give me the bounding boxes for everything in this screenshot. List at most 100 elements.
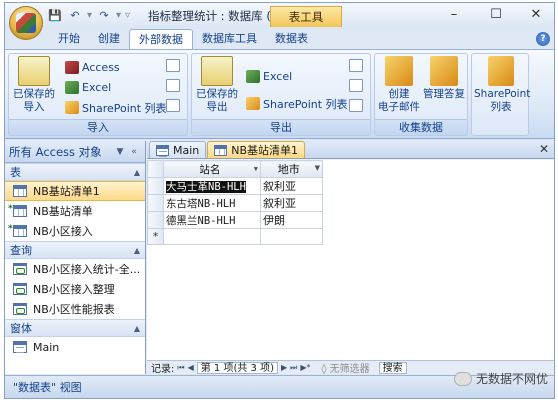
nav-section-queries[interactable]: 查询 ▲ — [5, 241, 145, 259]
table-tools-context-tab: 表工具 — [270, 6, 342, 27]
table-cell[interactable] — [260, 228, 323, 245]
nav-item-table[interactable]: * NB小区接入 — [5, 221, 145, 241]
column-dropdown-icon[interactable]: ▼ — [254, 165, 258, 173]
column-header-site[interactable]: 站名 ▼ — [163, 160, 261, 178]
table-cell[interactable]: 叙利亚 — [260, 177, 323, 195]
tab-database-tools[interactable]: 数据库工具 — [193, 29, 266, 49]
section-collapse-icon[interactable]: ▲ — [134, 246, 140, 255]
collect-data-group-label: 收集数据 — [375, 119, 467, 135]
nav-item-form[interactable]: Main — [5, 337, 145, 357]
office-button[interactable] — [9, 6, 43, 40]
table-row[interactable]: 大马士革NB-HLH 叙利亚 — [147, 177, 323, 195]
wechat-logo-icon — [453, 371, 472, 386]
saved-imports-button[interactable]: 已保存的 导入 — [11, 56, 57, 114]
sharepoint-lists-button[interactable]: SharePoint 列表 — [474, 56, 531, 114]
export-sharepoint-button[interactable]: SharePoint 列表 — [246, 95, 348, 112]
nav-item-query[interactable]: NB小区接入统计-全... — [5, 259, 145, 279]
import-excel-button[interactable]: Excel — [65, 79, 111, 96]
nav-collapse-icon[interactable]: « — [127, 147, 141, 157]
access-icon — [65, 61, 79, 74]
row-selector[interactable] — [147, 194, 164, 212]
minimize-button[interactable]: – — [437, 5, 471, 25]
export-excel-button[interactable]: Excel — [246, 68, 292, 85]
row-selector[interactable] — [147, 177, 164, 195]
import-access-button[interactable]: Access — [65, 59, 120, 76]
next-record-icon[interactable]: ▶ — [281, 363, 287, 372]
import-text-icon[interactable] — [166, 59, 180, 72]
record-position-field[interactable]: 第 1 项(共 3 项) — [196, 361, 278, 374]
nav-section-forms[interactable]: 窗体 ▲ — [5, 319, 145, 337]
sharepoint-icon — [246, 97, 260, 110]
table-cell[interactable]: 叙利亚 — [260, 194, 323, 212]
tab-create[interactable]: 创建 — [89, 29, 129, 49]
select-all-cell[interactable] — [147, 160, 164, 178]
saved-exports-button[interactable]: 已保存的 导出 — [194, 56, 240, 114]
manage-replies-icon — [430, 56, 458, 86]
redo-dropdown-icon[interactable]: ▾ — [116, 10, 121, 21]
nav-item-table[interactable]: * NB基站清单 — [5, 201, 145, 221]
export-more-icon[interactable] — [349, 99, 363, 112]
office-logo-icon — [16, 13, 36, 33]
nav-item-label: NB基站清单1 — [33, 185, 100, 198]
doc-tab-main[interactable]: Main — [149, 141, 207, 158]
new-record-row[interactable]: * — [147, 228, 323, 245]
row-selector[interactable] — [147, 211, 164, 229]
first-record-icon[interactable]: ⏮ — [177, 363, 184, 373]
manage-replies-label: 管理答复 — [423, 88, 465, 100]
nav-item-query[interactable]: NB小区性能报表 — [5, 299, 145, 319]
manage-replies-button[interactable]: 管理答复 — [421, 56, 467, 101]
table-cell[interactable] — [163, 228, 261, 245]
export-sharepoint-label: SharePoint 列表 — [263, 97, 348, 111]
last-record-icon[interactable]: ⏭ — [290, 363, 297, 373]
undo-icon[interactable]: ↶ — [67, 8, 83, 22]
sharepoint-lists-label: SharePoint 列表 — [474, 88, 531, 113]
import-xml-icon[interactable] — [166, 79, 180, 92]
doc-tab-nb-station-list[interactable]: NB基站清单1 — [207, 141, 306, 158]
filter-status[interactable]: ◊ 无筛选器 — [314, 360, 370, 375]
help-icon[interactable]: ? — [536, 32, 550, 46]
table-cell[interactable]: 大马士革NB-HLH — [163, 177, 261, 195]
section-collapse-icon[interactable]: ▲ — [134, 324, 140, 333]
table-cell[interactable]: 德黑兰NB-HLH — [163, 211, 261, 229]
export-pdf-icon[interactable] — [349, 79, 363, 92]
redo-icon[interactable]: ↷ — [96, 8, 112, 22]
saved-imports-label: 已保存的 导入 — [13, 88, 55, 113]
filter-status-label: 无筛选器 — [329, 364, 370, 375]
column-header-city[interactable]: 地市 ▼ — [260, 160, 323, 178]
nav-pane-header[interactable]: 所有 Access 对象 ▼ « — [5, 141, 145, 163]
customize-qat-icon[interactable]: ▿ — [125, 10, 130, 21]
nav-section-tables[interactable]: 表 ▲ — [5, 163, 145, 181]
view-status-label: "数据表" 视图 — [13, 381, 82, 394]
new-record-icon[interactable]: ▶* — [300, 363, 310, 372]
tab-datasheet[interactable]: 数据表 — [266, 29, 317, 49]
table-row[interactable]: 德黑兰NB-HLH 伊朗 — [147, 211, 323, 229]
section-collapse-icon[interactable]: ▲ — [134, 168, 140, 177]
nav-item-table[interactable]: NB基站清单1 — [5, 181, 145, 201]
linked-table-icon: * — [8, 224, 27, 237]
header-row: 站名 ▼ 地市 ▼ — [147, 160, 323, 178]
export-group-label: 导出 — [192, 119, 370, 135]
search-box[interactable]: 搜索 — [378, 361, 407, 374]
tab-home[interactable]: 开始 — [49, 29, 89, 49]
table-cell[interactable]: 东古塔NB-HLH — [163, 194, 261, 212]
undo-dropdown-icon[interactable]: ▾ — [87, 10, 92, 21]
column-dropdown-icon[interactable]: ▼ — [315, 164, 320, 172]
close-document-icon[interactable]: ✕ — [539, 142, 549, 156]
table-cell[interactable]: 伊朗 — [260, 211, 323, 229]
export-word-icon[interactable] — [349, 59, 363, 72]
table-row[interactable]: 东古塔NB-HLH 叙利亚 — [147, 194, 323, 212]
import-more-icon[interactable] — [166, 99, 180, 112]
maximize-button[interactable]: ☐ — [479, 5, 513, 25]
table-icon — [13, 185, 27, 197]
nav-dropdown-icon[interactable]: ▼ — [113, 147, 127, 157]
record-nav-label: 记录: — [151, 364, 175, 375]
excel-icon — [246, 70, 260, 83]
save-icon[interactable]: 💾 — [47, 8, 63, 22]
import-sharepoint-button[interactable]: SharePoint 列表 — [65, 99, 167, 116]
create-email-button[interactable]: 创建 电子邮件 — [377, 56, 421, 114]
close-button[interactable]: ✕ — [519, 5, 553, 25]
tab-external-data[interactable]: 外部数据 — [129, 29, 193, 49]
previous-record-icon[interactable]: ◀ — [188, 363, 194, 372]
quick-access-toolbar: 💾 ↶ ▾ ↷ ▾ ▿ — [47, 8, 130, 22]
nav-item-query[interactable]: NB小区接入整理 — [5, 279, 145, 299]
